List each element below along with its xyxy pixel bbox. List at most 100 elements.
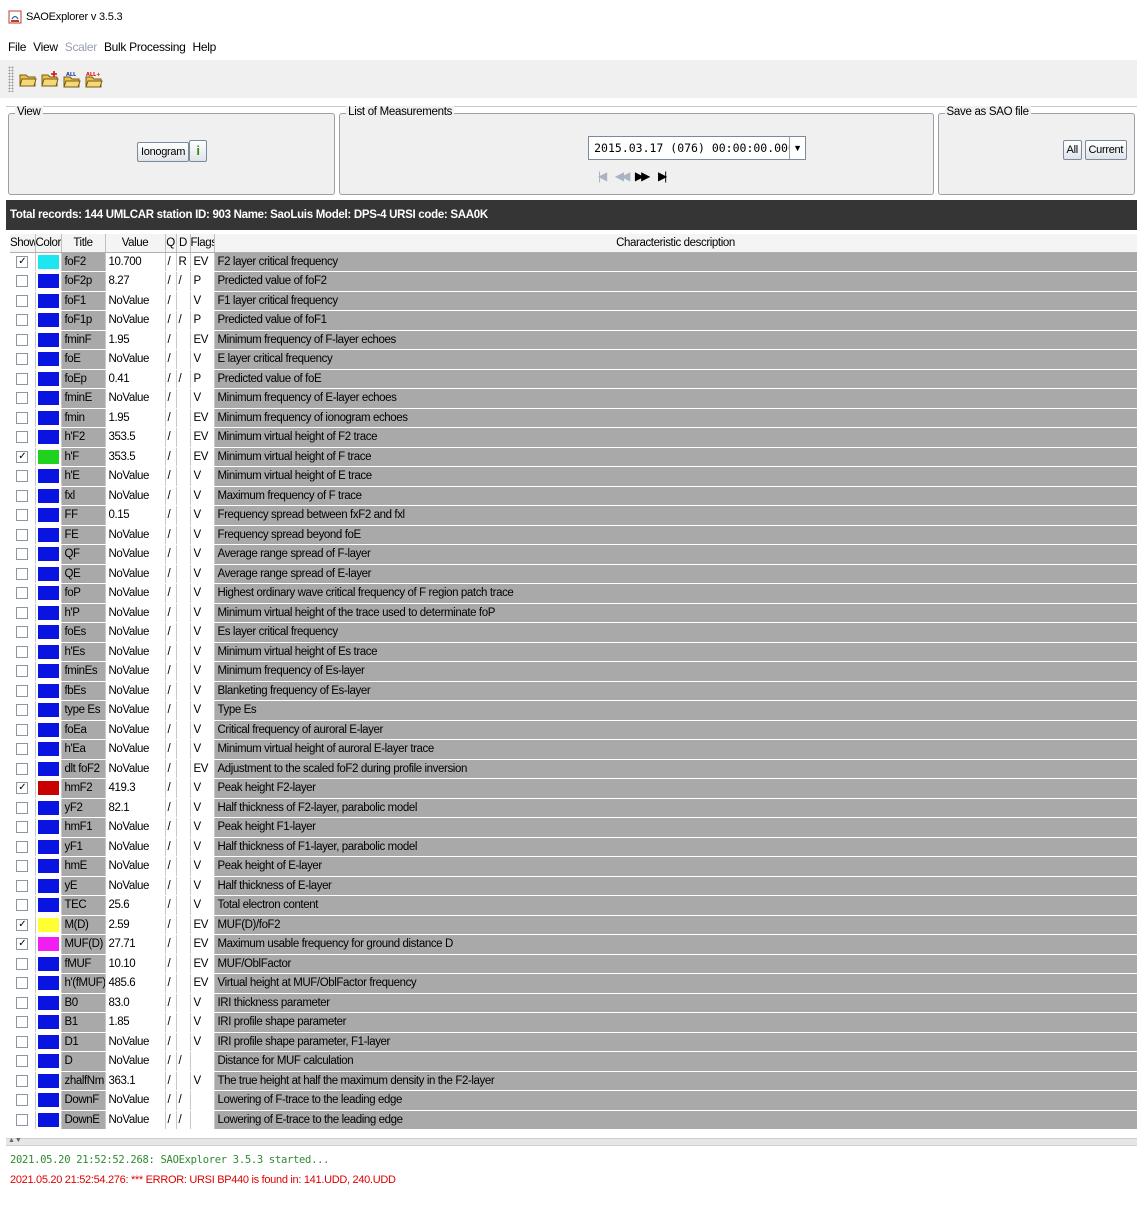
table-row[interactable]: FF 0.15/ V Frequency spread between fxF2 an… — [10, 505, 1137, 526]
value-cell[interactable]: NoValue — [105, 310, 166, 331]
table-row[interactable]: hmF1 NoValue / V Peak height F1-layer — [10, 817, 1137, 838]
value-cell[interactable]: NoValue — [105, 876, 166, 896]
color-cell[interactable] — [35, 954, 62, 974]
color-swatch[interactable] — [37, 547, 59, 562]
show-checkbox[interactable]: ✓ — [16, 782, 29, 795]
table-row[interactable]: D NoValue / / Distance for MUF calculation — [10, 1051, 1137, 1072]
color-cell[interactable] — [35, 330, 62, 350]
color-swatch[interactable] — [37, 1073, 59, 1088]
q-cell[interactable]: / — [165, 837, 177, 857]
color-swatch[interactable] — [37, 1054, 59, 1069]
color-cell[interactable] — [35, 291, 62, 311]
show-checkbox[interactable] — [16, 743, 29, 756]
toolbar-grip[interactable] — [8, 66, 14, 92]
d-cell[interactable] — [176, 388, 191, 409]
header-d[interactable]: D — [176, 234, 191, 253]
color-swatch[interactable] — [37, 761, 59, 776]
color-cell[interactable] — [35, 681, 62, 701]
value-cell[interactable]: NoValue — [105, 1051, 166, 1072]
d-cell[interactable] — [176, 798, 191, 818]
header-value[interactable]: Value — [105, 234, 166, 253]
color-cell[interactable] — [35, 993, 62, 1013]
table-row[interactable]: TEC 25.6/ V Total electron content — [10, 895, 1137, 916]
color-swatch[interactable] — [37, 1093, 59, 1108]
value-cell[interactable]: NoValue — [105, 642, 166, 662]
q-cell[interactable]: / — [165, 1032, 177, 1052]
show-checkbox[interactable] — [16, 996, 29, 1009]
color-cell[interactable] — [35, 408, 62, 428]
color-swatch[interactable] — [37, 352, 59, 367]
table-row[interactable]: h'P NoValue / V Minimum virtual height of th… — [10, 603, 1137, 623]
color-swatch[interactable] — [37, 976, 59, 991]
color-swatch[interactable] — [37, 742, 59, 757]
q-cell[interactable]: / — [165, 954, 177, 974]
d-cell[interactable] — [176, 642, 191, 662]
show-checkbox[interactable] — [16, 528, 29, 541]
show-checkbox[interactable] — [16, 1055, 29, 1068]
table-row[interactable]: B1 1.85/ V IRI profile shape parameter — [10, 1012, 1137, 1033]
color-cell[interactable] — [35, 837, 62, 857]
show-checkbox[interactable] — [16, 704, 29, 717]
value-cell[interactable]: 1.95 — [105, 408, 166, 428]
color-swatch[interactable] — [37, 371, 59, 386]
color-swatch[interactable] — [37, 878, 59, 893]
menu-help[interactable]: Help — [193, 40, 217, 54]
table-row[interactable]: hmE NoValue / V Peak height of E-layer — [10, 856, 1137, 877]
q-cell[interactable]: / — [165, 310, 177, 331]
table-row[interactable]: DownF NoValue / / Lowering of F-trace to the… — [10, 1090, 1137, 1111]
color-cell[interactable] — [35, 505, 62, 526]
q-cell[interactable]: / — [165, 271, 177, 292]
show-checkbox[interactable] — [16, 1094, 29, 1107]
color-swatch[interactable] — [37, 410, 59, 425]
color-cell[interactable] — [35, 895, 62, 916]
show-checkbox[interactable] — [16, 392, 29, 405]
q-cell[interactable]: / — [165, 525, 177, 545]
q-cell[interactable]: / — [165, 876, 177, 896]
d-cell[interactable] — [176, 525, 191, 545]
value-cell[interactable]: NoValue — [105, 837, 166, 857]
value-cell[interactable]: NoValue — [105, 388, 166, 409]
split-pane-divider[interactable]: ▲▼ — [6, 1137, 1137, 1146]
table-row[interactable]: ✓ foF2 10.700/R EV F2 layer critical frequen… — [10, 252, 1137, 272]
value-cell[interactable]: NoValue — [105, 759, 166, 779]
q-cell[interactable]: / — [165, 564, 177, 584]
value-cell[interactable]: NoValue — [105, 661, 166, 682]
show-checkbox[interactable] — [16, 275, 29, 288]
header-color[interactable]: Color — [35, 234, 62, 253]
color-cell[interactable] — [35, 622, 62, 643]
color-cell[interactable] — [35, 447, 62, 467]
value-cell[interactable]: 10.10 — [105, 954, 166, 974]
menu-file[interactable]: File — [8, 40, 26, 54]
show-checkbox[interactable] — [16, 333, 29, 346]
show-checkbox[interactable] — [16, 372, 29, 385]
q-cell[interactable]: / — [165, 1051, 177, 1072]
color-cell[interactable] — [35, 798, 62, 818]
table-row[interactable]: h'Es NoValue / V Minimum virtual height of E… — [10, 642, 1137, 662]
color-cell[interactable] — [35, 720, 62, 740]
d-cell[interactable] — [176, 486, 191, 506]
q-cell[interactable]: / — [165, 291, 177, 311]
color-cell[interactable] — [35, 349, 62, 370]
value-cell[interactable]: 83.0 — [105, 993, 166, 1013]
value-cell[interactable]: NoValue — [105, 681, 166, 701]
q-cell[interactable]: / — [165, 447, 177, 467]
d-cell[interactable] — [176, 291, 191, 311]
d-cell[interactable] — [176, 915, 191, 935]
chevron-down-icon[interactable]: ▼ — [789, 137, 805, 159]
open-folder-button[interactable] — [18, 68, 38, 90]
color-cell[interactable] — [35, 486, 62, 506]
value-cell[interactable]: 419.3 — [105, 778, 166, 799]
last-record-icon[interactable]: ▶| — [652, 166, 670, 186]
open-all-button[interactable]: ALL — [62, 68, 82, 90]
q-cell[interactable]: / — [165, 778, 177, 799]
value-cell[interactable]: NoValue — [105, 544, 166, 565]
value-cell[interactable]: NoValue — [105, 1110, 166, 1130]
show-checkbox[interactable] — [16, 840, 29, 853]
d-cell[interactable] — [176, 720, 191, 740]
color-cell[interactable] — [35, 1032, 62, 1052]
color-cell[interactable] — [35, 388, 62, 409]
q-cell[interactable]: / — [165, 642, 177, 662]
header-title[interactable]: Title — [61, 234, 106, 253]
show-checkbox[interactable] — [16, 1113, 29, 1126]
color-cell[interactable] — [35, 1051, 62, 1072]
